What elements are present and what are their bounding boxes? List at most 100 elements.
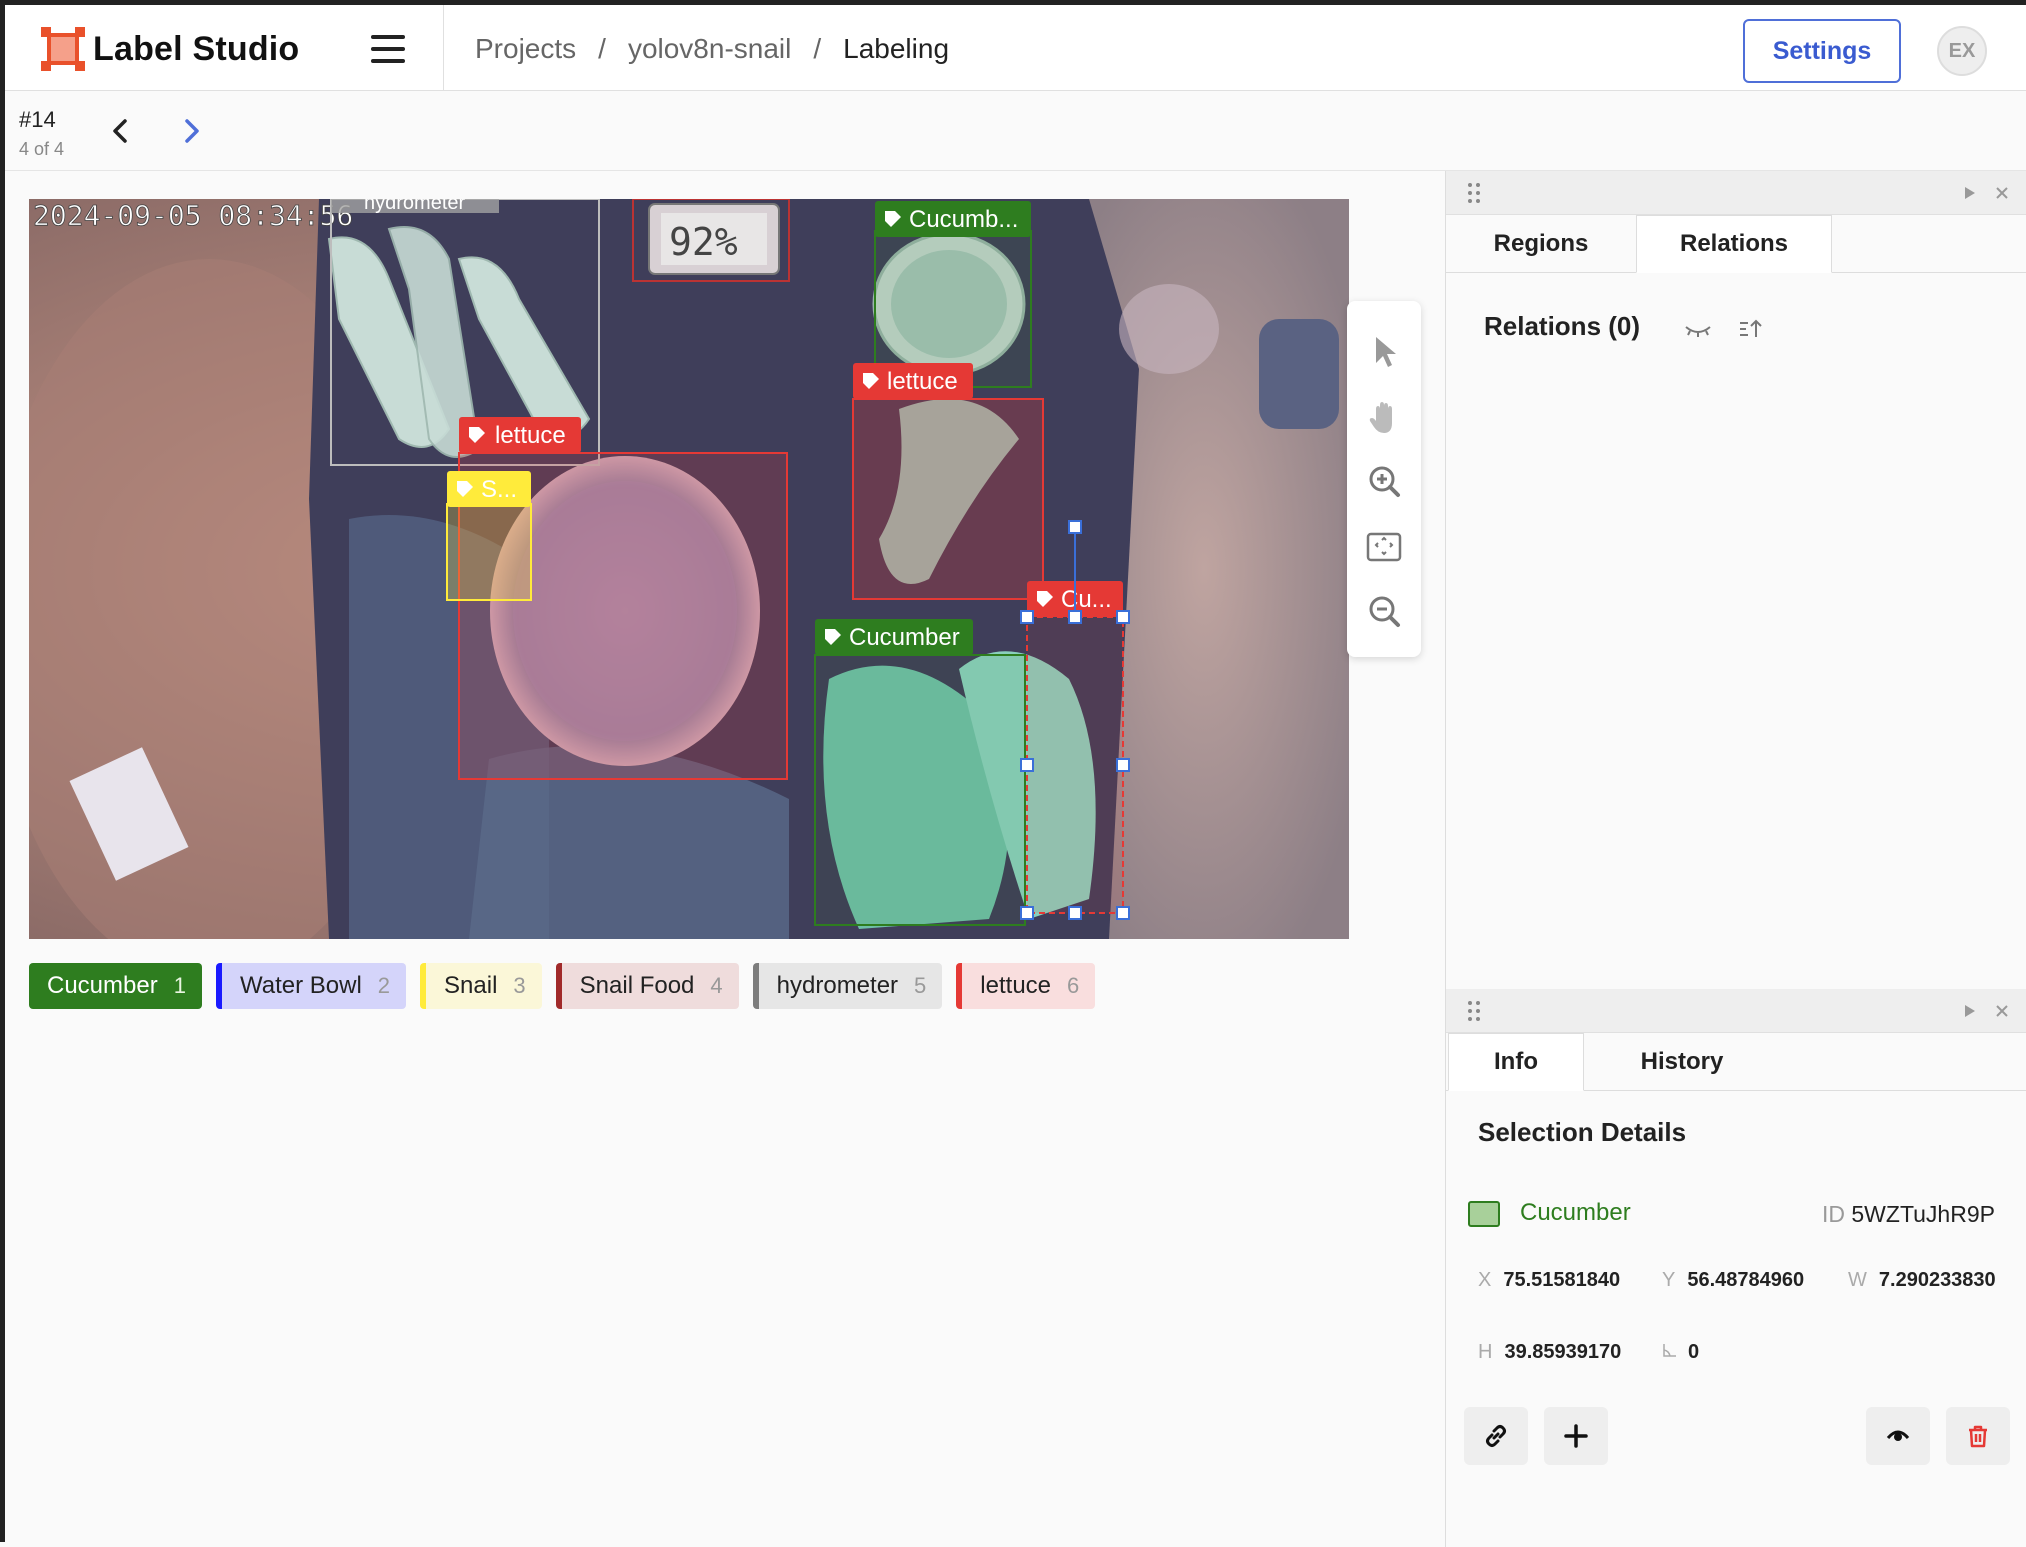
breadcrumb-separator: /: [598, 33, 606, 64]
image-canvas[interactable]: 92% 2024-09-05 08:34:56 hydrometer Cucum…: [29, 199, 1349, 939]
label-name: Snail: [444, 972, 498, 999]
plus-icon: [1564, 1424, 1588, 1448]
label-name: Cucumber: [47, 972, 158, 999]
hidden-eye-icon[interactable]: [1682, 317, 1714, 341]
link-icon: [1486, 1425, 1506, 1447]
svg-text:Cu...: Cu...: [1061, 586, 1112, 613]
label-name: Water Bowl: [239, 972, 362, 999]
image-toolbar: [1347, 301, 1421, 657]
label-hotkey: 1: [173, 973, 186, 998]
angle-icon: [1663, 1344, 1676, 1357]
tab-info[interactable]: Info: [1448, 1033, 1584, 1091]
app-logo[interactable]: Label Studio: [41, 27, 299, 71]
label-name: Snail Food: [579, 972, 695, 999]
region-tag[interactable]: hydrometer: [331, 199, 499, 214]
region-tag[interactable]: lettuce: [459, 417, 581, 453]
close-icon[interactable]: [1994, 185, 2010, 201]
svg-text:lettuce: lettuce: [887, 368, 958, 395]
label-snail-food[interactable]: Snail Food 4: [555, 963, 739, 1009]
label-name: lettuce: [980, 972, 1052, 999]
label-color-swatch: [1468, 1201, 1500, 1227]
breadcrumb-project[interactable]: yolov8n-snail: [628, 33, 791, 65]
svg-text:Cucumber: Cucumber: [849, 624, 960, 651]
label-water-bowl[interactable]: Water Bowl 2: [215, 963, 407, 1009]
field-w: W 7.290233830: [1848, 1269, 1996, 1291]
top-bar: Label Studio Projects / yolov8n-snail / …: [5, 5, 2026, 91]
region-lettuce[interactable]: [852, 398, 1044, 600]
region-id: ID 5WZTuJhR9P: [1822, 1201, 1995, 1227]
trash-icon: [1969, 1425, 1987, 1448]
canvas-area: 92% 2024-09-05 08:34:56 hydrometer Cucum…: [5, 171, 1445, 1547]
avatar[interactable]: EX: [1937, 26, 1987, 76]
eye-icon: [1886, 1430, 1910, 1441]
task-image[interactable]: 92% 2024-09-05 08:34:56 hydrometer Cucum…: [29, 199, 1349, 939]
tab-regions[interactable]: Regions: [1446, 215, 1636, 273]
task-position: 4 of 4: [19, 139, 65, 159]
breadcrumb-current: Labeling: [843, 33, 950, 64]
label-studio-logo-icon: [41, 27, 85, 71]
region-snail[interactable]: [446, 503, 532, 601]
collapse-icon[interactable]: [1962, 185, 1978, 201]
region-selected[interactable]: [1026, 616, 1124, 914]
breadcrumb-separator: /: [813, 33, 822, 64]
sort-icon[interactable]: [1736, 315, 1764, 343]
image-timestamp: 2024-09-05 08:34:56: [33, 199, 353, 232]
collapse-icon[interactable]: [1962, 1003, 1978, 1019]
menu-icon[interactable]: [371, 35, 405, 63]
field-h: H 39.85939170: [1478, 1341, 1622, 1363]
label-cucumber[interactable]: Cucumber 1: [29, 963, 202, 1009]
fit-to-screen-icon[interactable]: [1364, 527, 1404, 567]
side-panel: Regions Relations Relations (0) Info His…: [1445, 171, 2026, 1547]
label-hotkey: 6: [1067, 973, 1080, 998]
label-hotkey: 2: [377, 973, 391, 998]
visibility-button[interactable]: [1866, 1407, 1930, 1465]
tab-history[interactable]: History: [1584, 1033, 1780, 1091]
close-icon[interactable]: [1994, 1003, 2010, 1019]
region-tag[interactable]: Cucumber: [815, 619, 973, 655]
hand-icon[interactable]: [1364, 397, 1404, 437]
region-cucumber[interactable]: [814, 654, 1026, 926]
chevron-right-icon[interactable]: [173, 113, 209, 149]
drag-handle-icon[interactable]: [1468, 1001, 1482, 1021]
svg-text:lettuce: lettuce: [495, 422, 566, 449]
label-selector: Cucumber 1 Water Bowl 2 Snail 3 Snail Fo…: [29, 963, 1096, 1009]
divider: [443, 5, 444, 91]
drag-handle-icon[interactable]: [1468, 183, 1482, 203]
svg-text:S...: S...: [481, 476, 517, 503]
field-x: X 75.51581840: [1478, 1269, 1621, 1291]
task-id: #14: [19, 107, 56, 132]
region-tag[interactable]: lettuce: [853, 363, 973, 399]
panel-header: [1446, 171, 2026, 215]
tab-relations[interactable]: Relations: [1636, 215, 1832, 273]
region-tag[interactable]: S...: [447, 471, 531, 507]
breadcrumb-projects[interactable]: Projects: [475, 33, 576, 65]
breadcrumb: Projects / yolov8n-snail / Labeling: [475, 33, 949, 65]
svg-text:Cucumb...: Cucumb...: [909, 206, 1018, 233]
add-button[interactable]: [1544, 1407, 1608, 1465]
label-hotkey: 3: [513, 973, 526, 998]
label-hotkey: 5: [914, 973, 927, 998]
label-hotkey: 4: [710, 973, 723, 998]
label-name: hydrometer: [776, 972, 899, 999]
field-rotation: 0: [1662, 1341, 1762, 1364]
label-snail[interactable]: Snail 3: [420, 963, 542, 1009]
label-hydrometer[interactable]: hydrometer 5: [752, 963, 943, 1009]
field-y: Y 56.48784960: [1662, 1269, 1805, 1291]
task-bar: #14 4 of 4: [5, 91, 2026, 171]
selection-details-title: Selection Details: [1478, 1117, 1687, 1147]
panel-header: [1446, 989, 2026, 1033]
selected-label-name: Cucumber: [1520, 1199, 1631, 1226]
label-lettuce[interactable]: lettuce 6: [956, 963, 1096, 1009]
svg-text:hydrometer: hydrometer: [364, 199, 465, 214]
hygrometer-reading: 92%: [669, 220, 738, 264]
tab-bar: Regions Relations: [1446, 215, 2026, 273]
region-tag[interactable]: Cucumb...: [875, 201, 1031, 237]
delete-button[interactable]: [1946, 1407, 2010, 1465]
zoom-out-icon[interactable]: [1364, 591, 1404, 631]
settings-button[interactable]: Settings: [1743, 19, 1901, 83]
pointer-icon[interactable]: [1364, 331, 1404, 371]
zoom-in-icon[interactable]: [1364, 461, 1404, 501]
link-button[interactable]: [1464, 1407, 1528, 1465]
relations-title: Relations (0): [1484, 311, 1641, 341]
chevron-left-icon[interactable]: [103, 113, 139, 149]
